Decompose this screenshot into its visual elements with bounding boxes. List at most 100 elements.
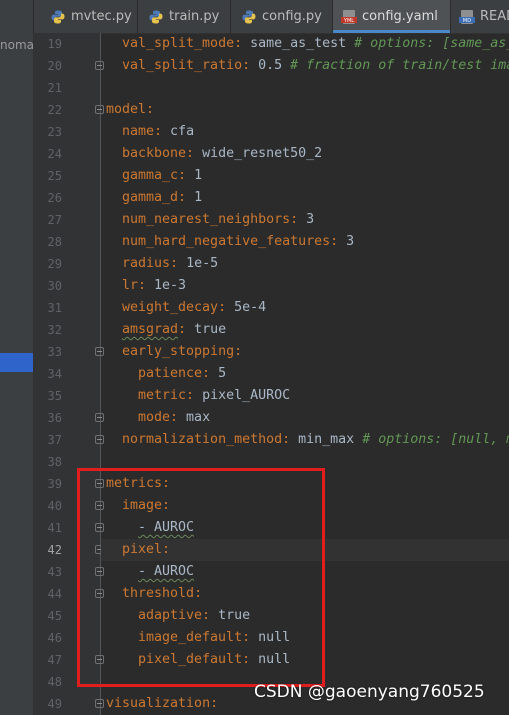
yaml-colon: :	[162, 476, 171, 491]
code-line[interactable]: pixel:	[122, 539, 170, 561]
tab-label: mvtec.py	[71, 9, 132, 24]
tab-config-py[interactable]: config.py	[233, 0, 332, 33]
line-number: 40	[47, 499, 62, 513]
line-number: 44	[47, 587, 62, 601]
project-panel-header[interactable]	[0, 0, 34, 33]
code-editor[interactable]: val_split_mode: same_as_test # options: …	[101, 33, 509, 715]
yaml-key: val_split_ratio	[122, 58, 243, 73]
code-line[interactable]: metric: pixel_AUROC	[138, 385, 290, 407]
yaml-value: true	[210, 608, 251, 623]
tab-mvtec-py[interactable]: mvtec.py	[42, 0, 137, 33]
code-line[interactable]: val_split_mode: same_as_test # options: …	[122, 33, 509, 55]
yaml-colon: :	[154, 124, 163, 139]
tab-read[interactable]: MD READ	[451, 0, 509, 33]
line-number: 39	[47, 477, 62, 491]
line-number: 42	[47, 543, 62, 557]
code-line[interactable]: metrics:	[106, 473, 170, 495]
watermark: CSDN @gaoenyang760525	[254, 682, 485, 702]
code-line[interactable]: mode: max	[138, 407, 210, 429]
yaml-colon: :	[202, 608, 211, 623]
code-line[interactable]: radius: 1e-5	[122, 253, 218, 275]
yaml-value: true	[186, 322, 227, 337]
yaml-key: val_split_mode	[122, 36, 235, 51]
code-line[interactable]: image:	[122, 495, 170, 517]
yaml-key: num_nearest_neighbors	[122, 212, 291, 227]
code-line[interactable]: patience: 5	[138, 363, 226, 385]
yaml-colon: :	[282, 432, 291, 447]
yaml-key: metric	[138, 388, 187, 403]
code-line[interactable]: threshold:	[122, 583, 202, 605]
code-line[interactable]: amsgrad: true	[122, 319, 226, 341]
yaml-key: metrics	[106, 476, 163, 491]
tab-config-yaml[interactable]: YML config.yaml	[333, 0, 450, 33]
yaml-key: normalization_method	[122, 432, 283, 447]
yaml-value: wide_resnet50_2	[194, 146, 323, 161]
yaml-value: 3	[338, 234, 355, 249]
code-line[interactable]: num_hard_negative_features: 3	[122, 231, 354, 253]
code-line[interactable]: early_stopping:	[122, 341, 242, 363]
code-line[interactable]: pixel_default: null	[138, 649, 290, 671]
yaml-colon: :	[202, 366, 211, 381]
code-line[interactable]: gamma_d: 1	[122, 187, 202, 209]
tab-train-py[interactable]: train.py	[140, 0, 230, 33]
code-line[interactable]: visualization:	[106, 693, 218, 715]
yaml-colon: :	[210, 696, 219, 711]
yaml-value: 1	[186, 168, 203, 183]
yaml-value: pixel_AUROC	[194, 388, 291, 403]
line-number: 47	[47, 653, 62, 667]
yaml-value: 1e-3	[146, 278, 187, 293]
project-tree-selected-item[interactable]	[0, 353, 33, 372]
yaml-value: cfa	[162, 124, 195, 139]
code-line[interactable]: normalization_method: min_max # options:…	[122, 429, 509, 451]
python-file-icon	[50, 9, 66, 25]
yaml-key: image_default	[138, 630, 243, 645]
project-tree-label[interactable]: nomal	[0, 38, 33, 52]
line-number: 23	[47, 125, 62, 139]
yaml-colon: :	[186, 388, 195, 403]
yaml-key: gamma_c	[122, 168, 179, 183]
yaml-key: mode	[138, 410, 171, 425]
yaml-comment: # options: [same_as_	[354, 36, 509, 51]
line-number: 49	[47, 697, 62, 711]
tab-label: config.py	[262, 9, 322, 24]
code-line[interactable]: name: cfa	[122, 121, 194, 143]
tab-label: train.py	[169, 9, 220, 24]
code-line[interactable]: image_default: null	[138, 627, 290, 649]
yaml-value: - AUROC	[138, 564, 195, 579]
code-line[interactable]: - AUROC	[138, 517, 194, 539]
yaml-value: null	[250, 652, 291, 667]
code-line[interactable]: weight_decay: 5e-4	[122, 297, 266, 319]
project-panel[interactable]: nomal	[0, 33, 34, 715]
yaml-key: visualization	[106, 696, 211, 711]
code-line[interactable]: gamma_c: 1	[122, 165, 202, 187]
yaml-colon: :	[146, 102, 155, 117]
code-line[interactable]: - AUROC	[138, 561, 194, 583]
markdown-file-icon: MD	[459, 9, 475, 25]
line-number: 19	[47, 37, 62, 51]
yaml-key: patience	[138, 366, 203, 381]
line-number: 22	[47, 103, 62, 117]
yaml-value: 1	[186, 190, 203, 205]
yaml-colon: :	[194, 586, 203, 601]
yaml-key: num_hard_negative_features	[122, 234, 331, 249]
code-line[interactable]: adaptive: true	[138, 605, 250, 627]
code-line[interactable]: num_nearest_neighbors: 3	[122, 209, 314, 231]
line-number: 41	[47, 521, 62, 535]
line-number: 20	[47, 59, 62, 73]
yaml-value: 5e-4	[226, 300, 267, 315]
yaml-value: 5	[210, 366, 227, 381]
code-line[interactable]: val_split_ratio: 0.5 # fraction of train…	[122, 55, 509, 77]
code-line[interactable]: model:	[106, 99, 154, 121]
yaml-file-icon: YML	[341, 9, 357, 25]
yaml-colon: :	[178, 190, 187, 205]
line-number: 43	[47, 565, 62, 579]
yaml-key: lr	[122, 278, 139, 293]
yaml-colon: :	[242, 630, 251, 645]
yaml-key: early_stopping	[122, 344, 235, 359]
code-line[interactable]: lr: 1e-3	[122, 275, 186, 297]
line-number: 46	[47, 631, 62, 645]
code-line[interactable]: backbone: wide_resnet50_2	[122, 143, 322, 165]
tab-separator	[137, 0, 138, 33]
line-number: 21	[47, 81, 62, 95]
line-number: 38	[47, 455, 62, 469]
